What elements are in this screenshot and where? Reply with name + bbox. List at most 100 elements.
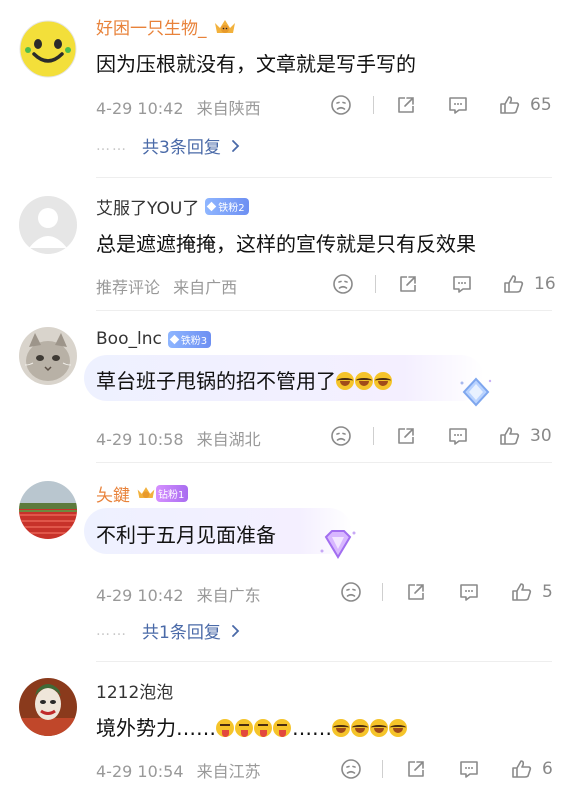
share-icon (408, 584, 424, 600)
action-bar: 16 (0, 270, 572, 298)
fan-badge: 钻粉1 (156, 484, 189, 502)
tongue-emoji (273, 719, 291, 737)
view-replies-link[interactable]: …… 共1条回复 (96, 618, 243, 643)
view-replies-link[interactable]: …… 共3条回复 (96, 133, 243, 158)
username[interactable]: 艾服了YOU了 (96, 194, 199, 219)
like-count: 65 (530, 95, 552, 115)
comment-text: 境外势力…… …… (96, 712, 408, 741)
share-button[interactable] (405, 578, 427, 606)
dislike-icon (341, 759, 361, 779)
comment-item: 艾服了YOU了 铁粉2 总是遮遮掩掩，这样的宣传就是只有反效果 推荐评论 来自广… (0, 178, 572, 308)
reply-dots: …… (96, 137, 128, 154)
dislike-icon (341, 582, 361, 602)
crown-icon (213, 17, 235, 35)
avatar[interactable] (19, 481, 77, 539)
tongue-emoji (216, 719, 234, 737)
share-button[interactable] (395, 422, 417, 450)
divider (382, 760, 383, 778)
dislike-icon (331, 95, 351, 115)
dislike-button[interactable] (340, 755, 362, 783)
like-button[interactable]: 30 (498, 422, 552, 450)
like-icon (500, 427, 520, 445)
like-count: 30 (530, 426, 552, 446)
dislike-icon (333, 274, 353, 294)
comment-button[interactable] (446, 422, 470, 450)
tongue-emoji (235, 719, 253, 737)
chevron-right-icon (231, 624, 240, 637)
share-icon (398, 97, 414, 113)
like-count: 5 (542, 582, 553, 602)
share-icon (408, 761, 424, 777)
like-count: 16 (534, 274, 556, 294)
comment-text: 不利于五月见面准备 (96, 523, 276, 547)
dislike-icon (331, 426, 351, 446)
tongue-emoji (254, 719, 272, 737)
fan-badge: 铁粉3 (167, 330, 212, 348)
share-icon (400, 276, 416, 292)
crown-icon (136, 484, 155, 502)
like-button[interactable]: 6 (510, 755, 553, 783)
comment-icon (449, 428, 467, 445)
avatar[interactable] (19, 678, 77, 736)
like-button[interactable]: 5 (510, 578, 553, 606)
laugh-emoji (351, 719, 369, 737)
username[interactable]: Boo_lnc (96, 329, 162, 349)
divider (373, 427, 374, 445)
comment-item: 夨鍵 钻粉1 不利于五月见面准备 4-29 10:42 来自广东 5 …… 共1… (0, 463, 572, 658)
comment-item: Boo_lnc 铁粉3 草台班子甩锅的招不管用了 4-29 10:58 来自湖北… (0, 311, 572, 461)
comment-button[interactable] (446, 91, 470, 119)
username[interactable]: 夨鍵 (96, 481, 130, 506)
laugh-emoji (374, 372, 392, 390)
like-icon (500, 96, 520, 114)
chevron-right-icon (231, 139, 240, 152)
dislike-button[interactable] (332, 270, 354, 298)
comment-button[interactable] (457, 755, 481, 783)
action-bar: 5 (0, 578, 572, 606)
comment-icon (460, 584, 478, 601)
like-icon (512, 760, 532, 778)
comment-icon (453, 276, 471, 293)
diamond-icon (169, 334, 180, 344)
comment-text: 总是遮遮掩掩，这样的宣传就是只有反效果 (96, 232, 476, 256)
comment-text: 草台班子甩锅的招不管用了 (96, 365, 393, 394)
dislike-button[interactable] (330, 422, 352, 450)
laugh-emoji (332, 719, 350, 737)
laugh-emoji (370, 719, 388, 737)
comment-icon (460, 761, 478, 778)
comment-text-tail: …… (292, 716, 332, 740)
like-count: 6 (542, 759, 553, 779)
divider (375, 275, 376, 293)
reply-dots: …… (96, 622, 128, 639)
share-button[interactable] (395, 91, 417, 119)
avatar[interactable] (19, 327, 77, 385)
laugh-emoji (355, 372, 373, 390)
diamond-decoration-icon (458, 375, 494, 411)
avatar[interactable] (19, 20, 77, 78)
like-button[interactable]: 65 (498, 91, 552, 119)
like-button[interactable]: 16 (502, 270, 556, 298)
comment-icon (449, 97, 467, 114)
reply-count: 共3条回复 (142, 138, 221, 158)
comment-item: 好困一只生物_ 因为压根就没有，文章就是写手写的 4-29 10:42 来自陕西… (0, 0, 572, 175)
dislike-button[interactable] (330, 91, 352, 119)
dislike-button[interactable] (340, 578, 362, 606)
share-button[interactable] (405, 755, 427, 783)
comment-item: 1212泡泡 境外势力………… 4-29 10:54 来自江苏 6 (0, 662, 572, 800)
fan-badge: 铁粉2 (205, 197, 249, 215)
reply-count: 共1条回复 (142, 623, 221, 643)
username[interactable]: 好困一只生物_ (96, 14, 207, 39)
comment-button[interactable] (450, 270, 474, 298)
diamond-decoration-icon (318, 527, 358, 563)
laugh-emoji (336, 372, 354, 390)
action-bar: 6 (0, 755, 572, 783)
like-icon (504, 275, 524, 293)
diamond-icon (207, 201, 217, 211)
username[interactable]: 1212泡泡 (96, 678, 173, 703)
share-button[interactable] (397, 270, 419, 298)
avatar[interactable] (19, 196, 77, 254)
divider (373, 96, 374, 114)
action-bar: 65 (0, 91, 572, 119)
divider (382, 583, 383, 601)
comment-button[interactable] (457, 578, 481, 606)
comment-text-body: 草台班子甩锅的招不管用了 (96, 369, 336, 393)
